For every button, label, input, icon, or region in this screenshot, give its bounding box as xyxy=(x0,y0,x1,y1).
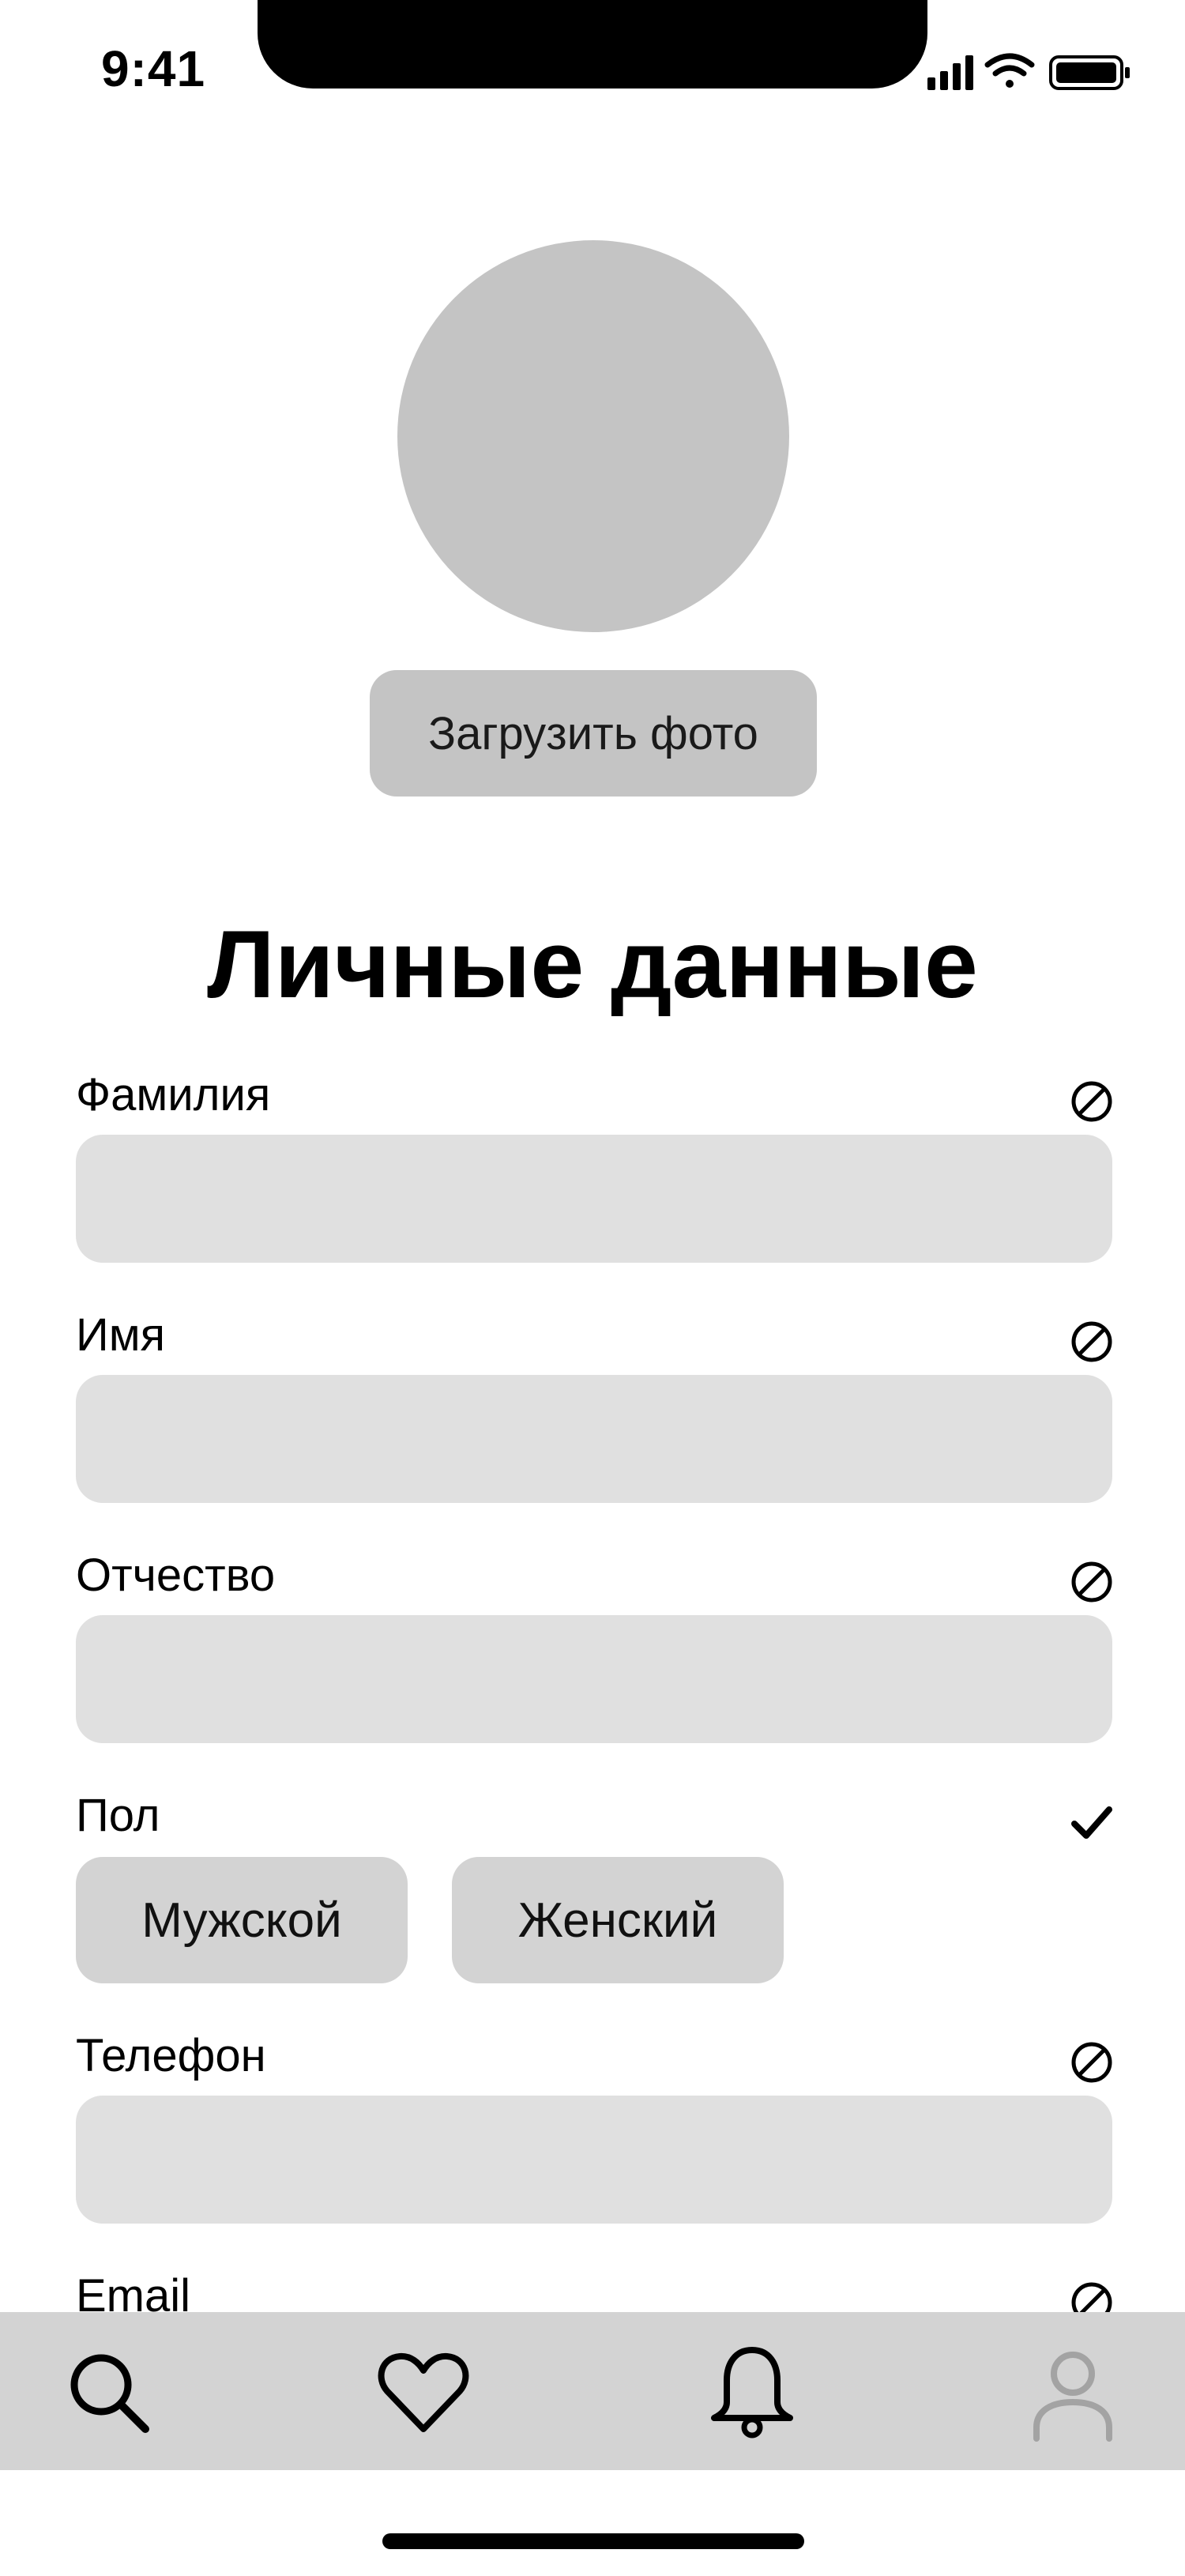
patronymic-label: Отчество xyxy=(76,1550,276,1601)
not-set-icon xyxy=(1071,1321,1112,1362)
not-set-icon xyxy=(1071,1561,1112,1602)
last-name-input[interactable] xyxy=(76,1135,1112,1263)
status-icons xyxy=(927,53,1130,90)
gender-female-button[interactable]: Женский xyxy=(452,1857,784,1983)
upload-photo-button[interactable]: Загрузить фото xyxy=(370,670,817,797)
phone-input[interactable] xyxy=(76,2096,1112,2224)
first-name-label: Имя xyxy=(76,1309,165,1361)
wifi-icon xyxy=(984,53,1035,88)
status-time: 9:41 xyxy=(101,40,206,97)
first-name-input[interactable] xyxy=(76,1375,1112,1503)
search-icon[interactable] xyxy=(60,2344,158,2442)
phone-label: Телефон xyxy=(76,2030,266,2081)
page-title: Личные данные xyxy=(207,910,978,1018)
gender-label: Пол xyxy=(76,1790,160,1841)
home-indicator[interactable] xyxy=(382,2533,804,2549)
signal-icon xyxy=(927,55,973,90)
gender-male-button[interactable]: Мужской xyxy=(76,1857,408,1983)
battery-icon xyxy=(1049,55,1130,90)
not-set-icon xyxy=(1071,2042,1112,2083)
profile-icon[interactable] xyxy=(1024,2344,1122,2442)
last-name-label: Фамилия xyxy=(76,1069,271,1120)
patronymic-input[interactable] xyxy=(76,1615,1112,1743)
avatar-placeholder[interactable] xyxy=(397,240,789,632)
checkmark-icon xyxy=(1071,1806,1112,1839)
heart-icon[interactable] xyxy=(374,2344,472,2442)
bell-icon[interactable] xyxy=(703,2344,801,2442)
device-notch xyxy=(258,0,927,89)
not-set-icon xyxy=(1071,1081,1112,1122)
tab-bar xyxy=(0,2312,1185,2470)
